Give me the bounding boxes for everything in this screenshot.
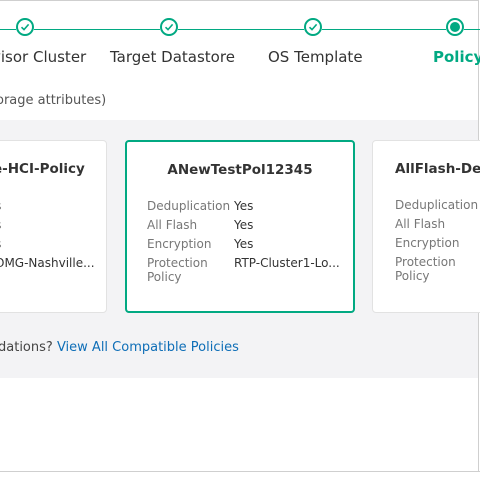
- policy-deduplication-value: s: [0, 199, 1, 213]
- step-label-os-template[interactable]: OS Template: [268, 48, 363, 66]
- policy-attr-label: Protection Policy: [395, 255, 456, 283]
- policy-attr-value: RTP-Cluster1-Lo...: [234, 256, 340, 270]
- step-connector: [322, 29, 446, 30]
- policy-attr-value: Yes: [234, 199, 254, 213]
- step-connector: [178, 29, 304, 30]
- view-all-compatible-policies-link[interactable]: View All Compatible Policies: [57, 340, 239, 355]
- policy-attr-label: Deduplication: [147, 199, 231, 213]
- policy-card-selected[interactable]: ANewTestPol12345 Deduplication Yes All F…: [125, 140, 355, 313]
- step-connector: [34, 29, 160, 30]
- policy-attr-label: Deduplication: [395, 198, 479, 212]
- step-complete-checkmark-icon[interactable]: [304, 18, 322, 36]
- policy-subtitle: orage attributes): [0, 93, 107, 108]
- step-connector: [0, 29, 16, 30]
- policy-attr-label: Protection Policy: [147, 256, 208, 284]
- policy-attr-label: Encryption: [395, 236, 460, 250]
- policy-cards-panel: e-HCI-Policy s s s OMG-Nashville... ANew…: [0, 120, 480, 378]
- policy-attr-value: Yes: [234, 237, 254, 251]
- policy-attr-value: Yes: [234, 218, 254, 232]
- step-label-target-datastore[interactable]: Target Datastore: [110, 48, 235, 66]
- policy-encryption-value: s: [0, 237, 1, 251]
- step-label-hypervisor-cluster[interactable]: visor Cluster: [0, 48, 86, 66]
- step-complete-checkmark-icon[interactable]: [160, 18, 178, 36]
- policy-attr-label: All Flash: [147, 218, 198, 232]
- policy-protection-value: OMG-Nashville...: [0, 256, 95, 270]
- policy-attr-label: Encryption: [147, 237, 212, 251]
- wizard-frame-top: [0, 0, 479, 5]
- policy-card-title: e-HCI-Policy: [0, 161, 85, 177]
- wizard-frame-bottom: [0, 471, 480, 472]
- step-active-current-step-icon[interactable]: [446, 18, 464, 36]
- policy-card-title: ANewTestPol12345: [167, 162, 313, 178]
- step-connector: [464, 29, 480, 30]
- policy-attr-label: All Flash: [395, 217, 446, 231]
- policy-card[interactable]: e-HCI-Policy s s s OMG-Nashville...: [0, 140, 107, 313]
- policy-card-title: AllFlash-Dedu: [395, 161, 480, 177]
- policy-card[interactable]: AllFlash-Dedu Deduplication All Flash En…: [372, 140, 480, 313]
- current-step-dot: [450, 22, 460, 32]
- policy-all-flash-value: s: [0, 218, 1, 232]
- recommendations-question: dations?: [0, 340, 53, 355]
- compatible-policies-prompt: dations? View All Compatible Policies: [0, 340, 239, 355]
- step-complete-checkmark-icon[interactable]: [16, 18, 34, 36]
- step-label-policy[interactable]: Policy: [433, 48, 480, 66]
